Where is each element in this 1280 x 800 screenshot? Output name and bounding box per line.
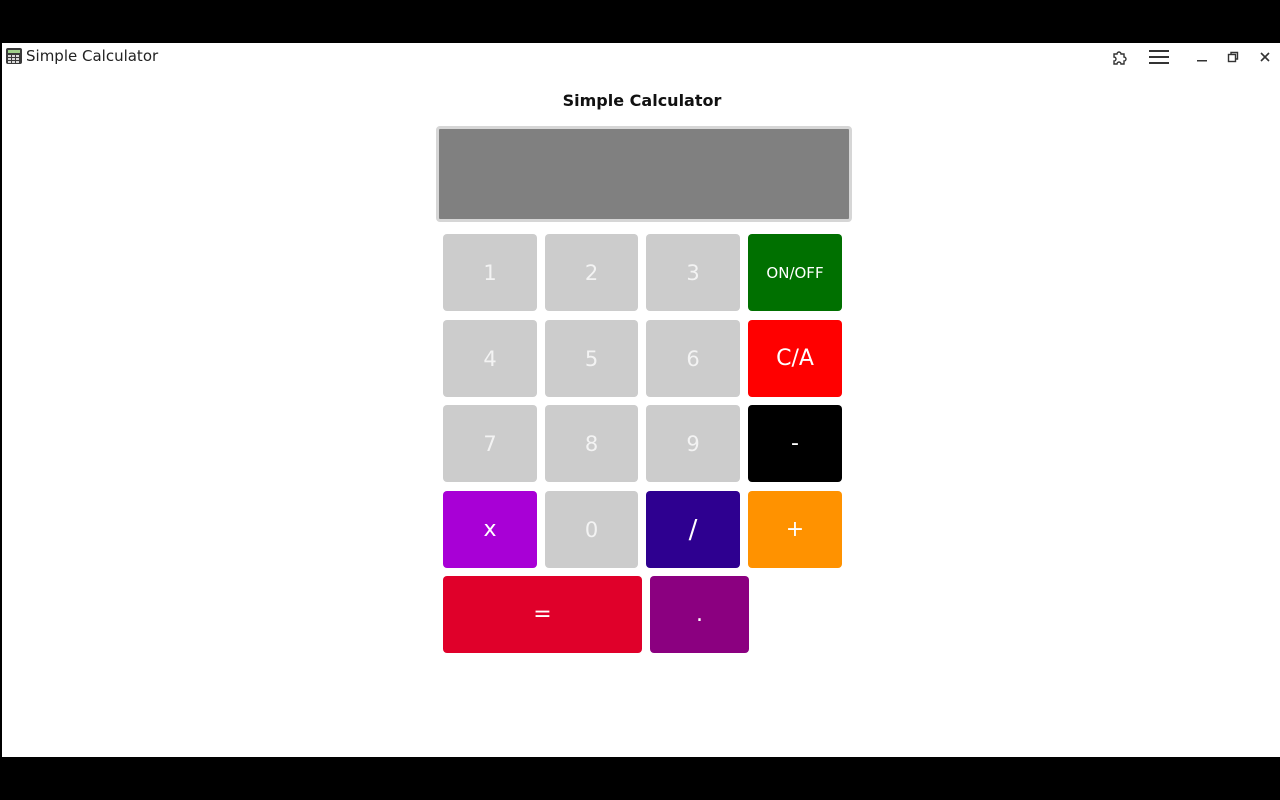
clear-all-button[interactable]: C/A xyxy=(748,320,842,397)
on-off-button[interactable]: ON/OFF xyxy=(748,234,842,311)
digit-9-button[interactable]: 9 xyxy=(646,405,740,482)
decimal-point-button[interactable]: . xyxy=(650,576,749,653)
menu-icon[interactable] xyxy=(1148,46,1170,68)
page-heading: Simple Calculator xyxy=(562,91,722,110)
digit-4-button[interactable]: 4 xyxy=(443,320,537,397)
minus-button[interactable]: - xyxy=(748,405,842,482)
close-icon[interactable] xyxy=(1254,46,1276,68)
window-title: Simple Calculator xyxy=(26,47,159,65)
digit-3-button[interactable]: 3 xyxy=(646,234,740,311)
digit-1-button[interactable]: 1 xyxy=(443,234,537,311)
extension-icon[interactable] xyxy=(1109,46,1131,68)
digit-2-button[interactable]: 2 xyxy=(545,234,638,311)
calculator-display xyxy=(436,126,852,222)
divide-button[interactable]: / xyxy=(646,491,740,568)
multiply-button[interactable]: x xyxy=(443,491,537,568)
digit-8-button[interactable]: 8 xyxy=(545,405,638,482)
equals-button[interactable]: = xyxy=(443,576,642,653)
title-bar: Simple Calculator xyxy=(2,43,1280,71)
calculator-app-icon xyxy=(6,48,22,64)
app-window: Simple Calculator Simple Calculator 1 2 … xyxy=(2,43,1280,757)
restore-icon[interactable] xyxy=(1222,46,1244,68)
minimize-icon[interactable] xyxy=(1191,46,1213,68)
digit-7-button[interactable]: 7 xyxy=(443,405,537,482)
digit-6-button[interactable]: 6 xyxy=(646,320,740,397)
plus-button[interactable]: + xyxy=(748,491,842,568)
digit-5-button[interactable]: 5 xyxy=(545,320,638,397)
digit-0-button[interactable]: 0 xyxy=(545,491,638,568)
